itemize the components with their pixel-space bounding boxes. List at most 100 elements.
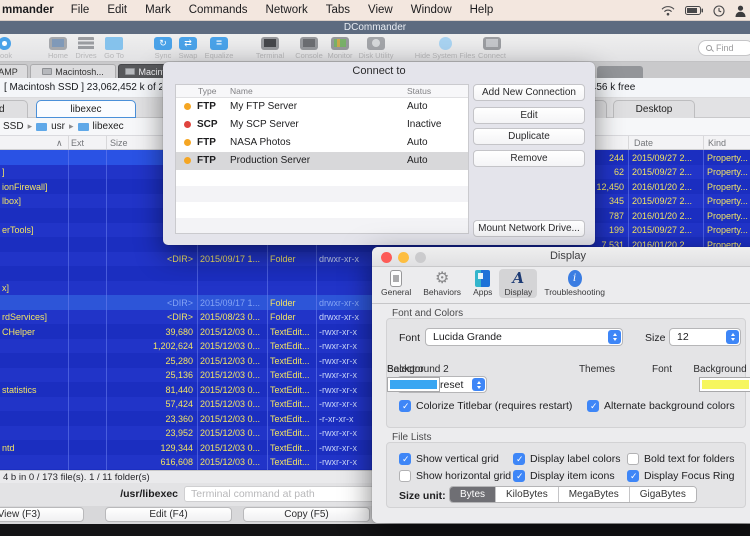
toolbar-button[interactable]: Equalize xyxy=(198,37,240,60)
toolbar-button[interactable]: Go To xyxy=(98,37,130,60)
column-header-kind[interactable]: Kind xyxy=(708,138,726,148)
checkbox[interactable]: Display label colors xyxy=(513,453,627,465)
column-header-date[interactable]: Date xyxy=(634,138,653,148)
file-name: rdServices] xyxy=(2,312,98,322)
menu-item[interactable]: View xyxy=(359,4,402,16)
window-title-bar[interactable]: DCommander xyxy=(0,21,750,34)
checkbox-box-icon xyxy=(399,453,411,465)
preferences-tab[interactable]: Apps xyxy=(468,269,497,298)
checkbox[interactable]: Display item icons xyxy=(513,470,627,482)
folder-tab[interactable]: libexec xyxy=(36,100,136,118)
file-permissions: drwxr-xr-x xyxy=(319,298,369,308)
menu-item[interactable]: Window xyxy=(402,4,461,16)
checkbox[interactable]: Display Focus Ring xyxy=(627,470,750,482)
checkbox[interactable]: Colorize Titlebar (requires restart) xyxy=(399,400,572,412)
dialog-button[interactable]: Add New Connection xyxy=(473,84,585,101)
font-size-select[interactable]: 12 xyxy=(669,328,741,346)
wifi-icon[interactable] xyxy=(661,5,675,16)
dialog-title-bar[interactable]: Display xyxy=(372,247,750,267)
toolbar-button-label: Swap xyxy=(179,51,198,60)
menu-item[interactable]: File xyxy=(62,4,99,16)
file-lists-group: Show vertical grid Show horizontal grid … xyxy=(386,442,746,508)
find-placeholder: Find xyxy=(716,43,734,53)
dialog-button[interactable]: Remove xyxy=(473,150,585,167)
file-size: <DIR> xyxy=(108,312,193,322)
folder-tab[interactable]: Desktop xyxy=(613,100,695,118)
breadcrumb-item[interactable]: ▸ libexec xyxy=(69,121,124,132)
font-select[interactable]: Lucida Grande xyxy=(425,328,623,346)
file-name: CHelper xyxy=(2,327,98,337)
menu-item[interactable]: Network xyxy=(257,4,317,16)
preferences-tab[interactable]: Troubleshooting xyxy=(539,269,610,298)
right-panel-tab-fragment[interactable] xyxy=(597,66,643,78)
checkbox[interactable]: Show horizontal grid xyxy=(399,470,513,482)
file-permissions: -rwxr-xr-x xyxy=(319,428,369,438)
toolbar-button[interactable]: Hide System Files xyxy=(410,37,480,60)
function-button[interactable]: Edit (F4) xyxy=(105,507,232,522)
preferences-tab[interactable]: Behaviors xyxy=(418,269,466,298)
file-size: 25,280 xyxy=(108,356,193,366)
theme-column-header: Background xyxy=(691,364,749,375)
breadcrumb-item[interactable]: ▸ usr xyxy=(28,121,65,132)
column-header-size[interactable]: Size xyxy=(110,138,128,148)
dialog-button[interactable]: Duplicate xyxy=(473,128,585,145)
checkbox[interactable]: Alternate background colors xyxy=(587,400,735,412)
user-icon[interactable] xyxy=(735,5,746,17)
function-button[interactable]: Copy (F5) xyxy=(243,507,370,522)
font-color-well[interactable] xyxy=(699,377,750,392)
find-field[interactable]: Find xyxy=(698,40,750,56)
size-unit-option-label: KiloBytes xyxy=(506,489,548,500)
column-header-ext[interactable]: Ext xyxy=(71,138,84,148)
folder-tab[interactable]: nd xyxy=(0,100,28,118)
clock-icon[interactable] xyxy=(713,5,725,17)
window-tab[interactable]: AMP xyxy=(0,64,28,78)
checkbox[interactable]: Bold text for folders xyxy=(627,453,750,465)
window-tab[interactable]: Macintosh... xyxy=(30,64,116,78)
toolbar-button[interactable]: Terminal xyxy=(248,37,292,60)
battery-icon[interactable] xyxy=(685,6,703,15)
breadcrumb-item[interactable]: ▸ SSD xyxy=(3,121,24,132)
file-date: 2015/12/03 0... xyxy=(200,356,264,366)
preferences-tab-label: General xyxy=(381,287,411,297)
file-permissions: drwxr-xr-x xyxy=(319,312,369,322)
monitor-icon xyxy=(331,37,349,50)
file-name: statistics xyxy=(2,385,98,395)
menu-item[interactable]: Mark xyxy=(136,4,180,16)
toolbar-button[interactable]: Connect xyxy=(472,37,512,60)
file-kind: Property... xyxy=(707,225,749,235)
function-button[interactable]: View (F3) xyxy=(0,507,84,522)
selector-color-well[interactable] xyxy=(387,377,440,392)
app-menu[interactable]: mmander xyxy=(0,4,62,16)
dialog-button-label: Add New Connection xyxy=(482,87,576,98)
file-permissions: -rwxr-xr-x xyxy=(319,356,369,366)
size-unit-option[interactable]: Bytes xyxy=(450,487,495,502)
info-icon xyxy=(568,270,582,287)
folder-tab-label: libexec xyxy=(70,104,101,115)
toolbar-button-label: Monitor xyxy=(327,51,352,60)
file-kind: Property... xyxy=(707,196,749,206)
display-dialog: Display General Behaviors Apps Display T… xyxy=(372,247,750,523)
preferences-tab[interactable]: General xyxy=(376,269,416,298)
menu-item[interactable]: Commands xyxy=(180,4,257,16)
dialog-button[interactable]: Edit xyxy=(473,107,585,124)
menu-item[interactable]: Tabs xyxy=(317,4,359,16)
size-unit-label: Size unit: xyxy=(399,490,446,502)
toolbar-button[interactable]: Home xyxy=(43,37,73,60)
menu-item[interactable]: Help xyxy=(461,4,503,16)
size-unit-option[interactable]: MegaBytes xyxy=(558,487,629,502)
toolbar: Look Home Drives Go To Sync Swap Equaliz… xyxy=(0,34,750,62)
size-unit-option[interactable]: GigaBytes xyxy=(629,487,696,502)
mount-network-drive-button[interactable]: Mount Network Drive... xyxy=(473,220,585,237)
toolbar-button[interactable]: Look xyxy=(0,37,22,60)
preferences-tab[interactable]: Display xyxy=(499,269,537,298)
checkbox-label: Show horizontal grid xyxy=(416,470,511,482)
checkbox[interactable]: Show vertical grid xyxy=(399,453,513,465)
font-select-value: Lucida Grande xyxy=(433,331,502,343)
file-date: 2015/12/03 0... xyxy=(200,385,264,395)
file-size: <DIR> xyxy=(108,298,193,308)
size-unit-option[interactable]: KiloBytes xyxy=(495,487,558,502)
font-and-colors-group: Font Lucida Grande Size 12 ThemesFontBac… xyxy=(386,318,746,428)
toolbar-button[interactable]: Disk Utility xyxy=(352,37,400,60)
menu-item[interactable]: Edit xyxy=(98,4,136,16)
file-date: 2015/09/27 2... xyxy=(632,153,698,163)
